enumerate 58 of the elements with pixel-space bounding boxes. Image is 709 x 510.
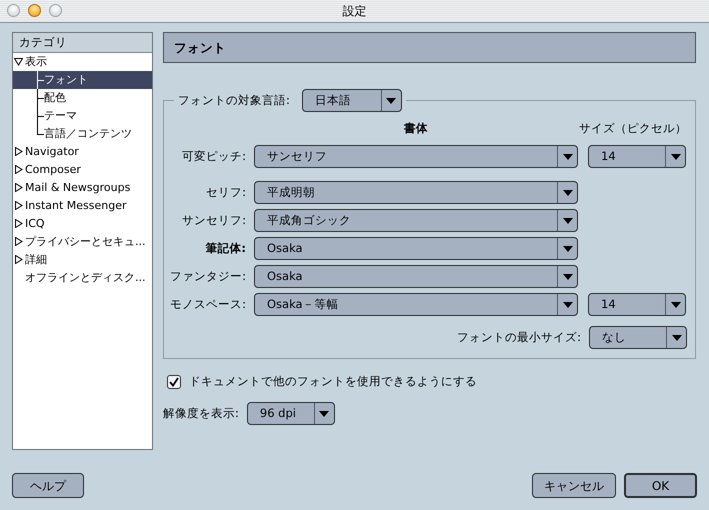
- font-dropdown[interactable]: Osaka－等幅: [254, 293, 578, 316]
- caret-icon: [562, 302, 572, 308]
- font-dropdown[interactable]: Osaka: [254, 237, 578, 260]
- size-dropdown[interactable]: 14: [588, 293, 686, 316]
- tree-item[interactable]: 言語／コンテンツ: [13, 125, 152, 143]
- field-label: セリフ:: [205, 184, 246, 201]
- font-dropdown[interactable]: サンセリフ: [254, 145, 578, 168]
- column-heading: サイズ（ピクセル）: [579, 121, 687, 135]
- checkbox-label: ドキュメントで他のフォントを使用できるようにする: [189, 373, 477, 390]
- tree-item[interactable]: ICQ: [13, 215, 152, 233]
- field-label: モノスペース:: [170, 296, 246, 313]
- language-label: フォントの対象言語:: [178, 94, 290, 106]
- field-label: サンセリフ:: [181, 212, 246, 229]
- caret-icon: [670, 154, 680, 160]
- field-label: 筆記体:: [204, 240, 246, 257]
- caret-icon: [562, 154, 572, 160]
- language-dropdown[interactable]: 日本語: [302, 89, 402, 112]
- tree-item[interactable]: オフラインとディスク...: [13, 269, 152, 287]
- size-dropdown[interactable]: 14: [588, 145, 686, 168]
- field-label: 可変ピッチ:: [181, 148, 246, 165]
- caret-icon: [562, 246, 572, 252]
- field-label: フォントの最小サイズ:: [457, 328, 581, 346]
- window-title: 設定: [342, 3, 366, 20]
- panel-title: フォント: [163, 32, 696, 63]
- tree-item[interactable]: Mail & Newsgroups: [13, 179, 152, 197]
- field-label: ファンタジー:: [170, 268, 246, 285]
- ok-button[interactable]: OK: [624, 473, 697, 498]
- zoom-button[interactable]: [49, 4, 62, 17]
- cancel-button[interactable]: キャンセル: [532, 473, 616, 498]
- tree-item[interactable]: プライバシーとセキュ...: [13, 233, 152, 251]
- caret-icon: [672, 334, 682, 340]
- field-label: 解像度を表示:: [163, 405, 239, 422]
- caret-icon: [386, 98, 396, 104]
- minimize-button[interactable]: [28, 4, 41, 17]
- tree-item[interactable]: 表示: [13, 53, 152, 71]
- tree-item[interactable]: フォント: [13, 71, 152, 89]
- checkmark-icon: [169, 376, 179, 387]
- tree-item[interactable]: 配色: [13, 89, 152, 107]
- tree-item[interactable]: 詳細: [13, 251, 152, 269]
- font-dropdown[interactable]: 平成明朝: [254, 181, 578, 204]
- tree-item[interactable]: Instant Messenger: [13, 197, 152, 215]
- resolution-dropdown[interactable]: 96 dpi: [246, 402, 335, 426]
- font-dropdown[interactable]: Osaka: [254, 265, 578, 288]
- caret-icon: [670, 302, 680, 308]
- help-button[interactable]: ヘルプ: [12, 473, 84, 498]
- font-dropdown[interactable]: 平成角ゴシック: [254, 209, 578, 232]
- caret-icon: [562, 190, 572, 196]
- close-button[interactable]: [7, 4, 20, 17]
- caret-icon: [562, 274, 572, 280]
- tree-item[interactable]: テーマ: [13, 107, 152, 125]
- column-heading: 書体: [404, 121, 428, 135]
- min-size-dropdown[interactable]: なし: [589, 326, 687, 349]
- caret-icon: [319, 410, 330, 417]
- tree-item[interactable]: Composer: [13, 161, 152, 179]
- tree-item[interactable]: Navigator: [13, 143, 152, 161]
- column-header: カテゴリ: [13, 33, 152, 53]
- caret-icon: [562, 218, 572, 224]
- checkbox[interactable]: [167, 374, 181, 389]
